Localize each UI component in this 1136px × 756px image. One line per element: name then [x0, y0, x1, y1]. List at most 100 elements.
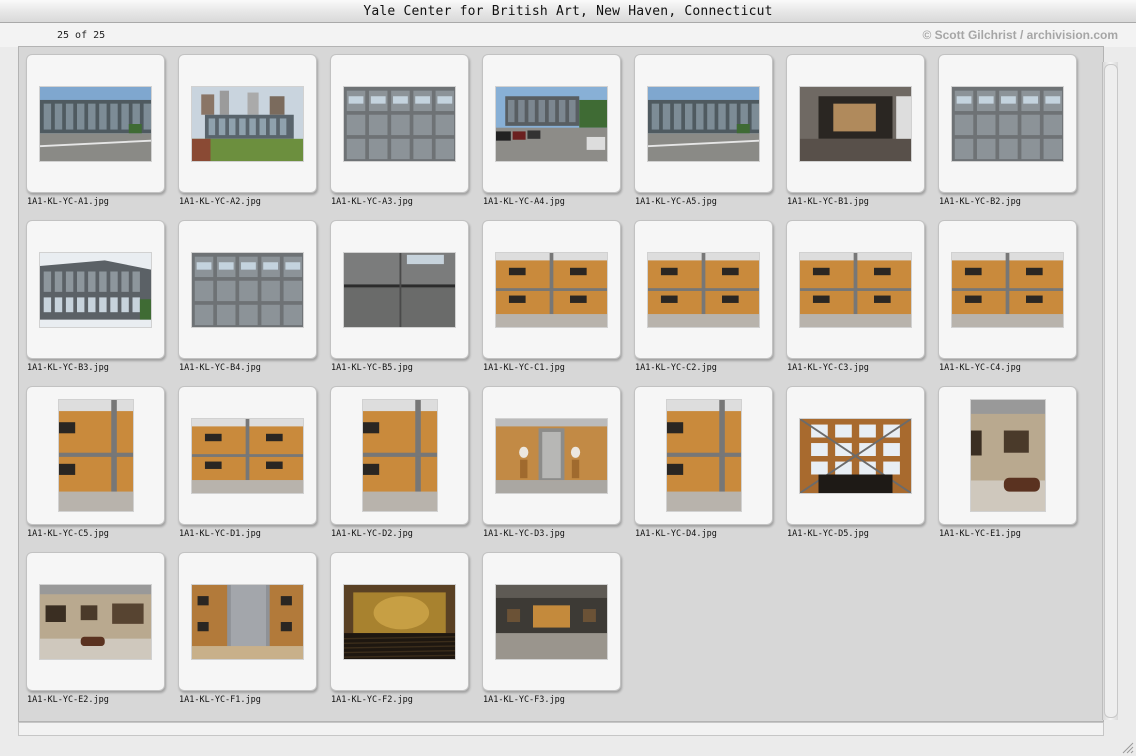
thumbnail-image[interactable] — [344, 585, 455, 659]
thumbnail-filename: 1A1-KL-YC-C1.jpg — [483, 363, 565, 373]
slide-frame[interactable] — [482, 386, 621, 525]
thumbnail-filename: 1A1-KL-YC-B5.jpg — [331, 363, 413, 373]
thumbnail-item[interactable]: 1A1-KL-YC-C2.jpg — [627, 213, 779, 379]
slide-frame[interactable] — [482, 54, 621, 193]
thumbnail-item[interactable]: 1A1-KL-YC-D4.jpg — [627, 379, 779, 545]
slide-frame[interactable] — [330, 220, 469, 359]
thumbnail-filename: 1A1-KL-YC-B1.jpg — [787, 197, 869, 207]
thumbnail-item[interactable]: 1A1-KL-YC-E2.jpg — [19, 545, 171, 711]
thumbnail-image[interactable] — [59, 400, 133, 511]
thumbnail-image[interactable] — [648, 87, 759, 161]
scrollbar-thumb[interactable] — [1104, 64, 1118, 718]
slide-frame[interactable] — [178, 220, 317, 359]
thumbnail-item[interactable]: 1A1-KL-YC-D5.jpg — [779, 379, 931, 545]
vertical-scrollbar[interactable] — [1102, 62, 1118, 720]
thumbnail-item[interactable]: 1A1-KL-YC-A5.jpg — [627, 47, 779, 213]
thumbnail-filename: 1A1-KL-YC-F1.jpg — [179, 695, 261, 705]
thumbnail-image[interactable] — [192, 419, 303, 493]
horizontal-scrollbar[interactable] — [18, 722, 1104, 736]
slide-frame[interactable] — [26, 220, 165, 359]
thumbnail-item[interactable]: 1A1-KL-YC-B3.jpg — [19, 213, 171, 379]
thumbnail-item[interactable]: 1A1-KL-YC-A4.jpg — [475, 47, 627, 213]
thumbnail-image[interactable] — [40, 253, 151, 327]
slide-frame[interactable] — [26, 552, 165, 691]
slide-frame[interactable] — [178, 386, 317, 525]
thumbnail-filename: 1A1-KL-YC-A1.jpg — [27, 197, 109, 207]
slide-frame[interactable] — [786, 54, 925, 193]
thumbnail-filename: 1A1-KL-YC-C2.jpg — [635, 363, 717, 373]
thumbnail-image[interactable] — [496, 87, 607, 161]
thumbnail-filename: 1A1-KL-YC-C4.jpg — [939, 363, 1021, 373]
info-bar: 25 of 25 © Scott Gilchrist / archivision… — [0, 23, 1136, 47]
thumbnail-image[interactable] — [40, 585, 151, 659]
slide-frame[interactable] — [178, 552, 317, 691]
thumbnail-item[interactable]: 1A1-KL-YC-F3.jpg — [475, 545, 627, 711]
thumbnail-item[interactable]: 1A1-KL-YC-B1.jpg — [779, 47, 931, 213]
thumbnail-image[interactable] — [800, 419, 911, 493]
thumbnail-image[interactable] — [363, 400, 437, 511]
slide-frame[interactable] — [786, 386, 925, 525]
thumbnail-filename: 1A1-KL-YC-D3.jpg — [483, 529, 565, 539]
thumbnail-image[interactable] — [800, 253, 911, 327]
thumbnail-item[interactable]: 1A1-KL-YC-B5.jpg — [323, 213, 475, 379]
slide-frame[interactable] — [938, 220, 1077, 359]
slide-frame[interactable] — [330, 552, 469, 691]
slide-frame[interactable] — [634, 386, 773, 525]
thumbnail-item[interactable]: 1A1-KL-YC-D2.jpg — [323, 379, 475, 545]
image-browser-window: Yale Center for British Art, New Haven, … — [0, 0, 1136, 756]
thumbnail-item[interactable]: 1A1-KL-YC-C5.jpg — [19, 379, 171, 545]
thumbnail-image[interactable] — [667, 400, 741, 511]
thumbnail-item[interactable]: 1A1-KL-YC-A3.jpg — [323, 47, 475, 213]
slide-frame[interactable] — [330, 386, 469, 525]
thumbnail-item[interactable]: 1A1-KL-YC-C1.jpg — [475, 213, 627, 379]
thumbnail-image[interactable] — [800, 87, 911, 161]
resize-grip-icon[interactable] — [1120, 740, 1134, 754]
slide-frame[interactable] — [482, 220, 621, 359]
slide-frame[interactable] — [786, 220, 925, 359]
thumbnail-image[interactable] — [192, 585, 303, 659]
thumbnail-filename: 1A1-KL-YC-D2.jpg — [331, 529, 413, 539]
thumbnail-item[interactable]: 1A1-KL-YC-D3.jpg — [475, 379, 627, 545]
slide-frame[interactable] — [26, 386, 165, 525]
thumbnail-image[interactable] — [192, 87, 303, 161]
title-bar[interactable]: Yale Center for British Art, New Haven, … — [0, 0, 1136, 23]
slide-frame[interactable] — [330, 54, 469, 193]
thumbnail-image[interactable] — [971, 400, 1045, 511]
thumbnail-filename: 1A1-KL-YC-A2.jpg — [179, 197, 261, 207]
thumbnail-item[interactable]: 1A1-KL-YC-C4.jpg — [931, 213, 1083, 379]
thumbnail-image[interactable] — [496, 585, 607, 659]
thumbnail-item[interactable]: 1A1-KL-YC-A2.jpg — [171, 47, 323, 213]
thumbnail-image[interactable] — [648, 253, 759, 327]
thumbnail-item[interactable]: 1A1-KL-YC-F1.jpg — [171, 545, 323, 711]
thumbnail-item[interactable]: 1A1-KL-YC-D1.jpg — [171, 379, 323, 545]
thumbnail-item[interactable]: 1A1-KL-YC-F2.jpg — [323, 545, 475, 711]
thumbnail-item[interactable]: 1A1-KL-YC-C3.jpg — [779, 213, 931, 379]
thumbnail-item[interactable]: 1A1-KL-YC-A1.jpg — [19, 47, 171, 213]
slide-frame[interactable] — [634, 54, 773, 193]
thumbnail-image[interactable] — [344, 87, 455, 161]
thumbnail-image[interactable] — [192, 253, 303, 327]
thumbnail-item[interactable]: 1A1-KL-YC-B4.jpg — [171, 213, 323, 379]
thumbnail-filename: 1A1-KL-YC-A4.jpg — [483, 197, 565, 207]
thumbnail-filename: 1A1-KL-YC-A5.jpg — [635, 197, 717, 207]
thumbnail-filename: 1A1-KL-YC-D1.jpg — [179, 529, 261, 539]
thumbnail-image[interactable] — [952, 87, 1063, 161]
slide-frame[interactable] — [178, 54, 317, 193]
thumbnail-image[interactable] — [496, 419, 607, 493]
slide-frame[interactable] — [938, 386, 1077, 525]
slide-frame[interactable] — [482, 552, 621, 691]
thumbnail-item[interactable]: 1A1-KL-YC-B2.jpg — [931, 47, 1083, 213]
thumbnail-image[interactable] — [40, 87, 151, 161]
slide-frame[interactable] — [938, 54, 1077, 193]
thumbnail-image[interactable] — [952, 253, 1063, 327]
slide-frame[interactable] — [634, 220, 773, 359]
slide-frame[interactable] — [26, 54, 165, 193]
thumbnail-filename: 1A1-KL-YC-C3.jpg — [787, 363, 869, 373]
copyright-credit: © Scott Gilchrist / archivision.com — [922, 28, 1118, 42]
thumbnail-image[interactable] — [496, 253, 607, 327]
window-title: Yale Center for British Art, New Haven, … — [363, 4, 773, 19]
thumbnail-filename: 1A1-KL-YC-F2.jpg — [331, 695, 413, 705]
thumbnail-item[interactable]: 1A1-KL-YC-E1.jpg — [931, 379, 1083, 545]
thumbnail-filename: 1A1-KL-YC-D4.jpg — [635, 529, 717, 539]
thumbnail-image[interactable] — [344, 253, 455, 327]
